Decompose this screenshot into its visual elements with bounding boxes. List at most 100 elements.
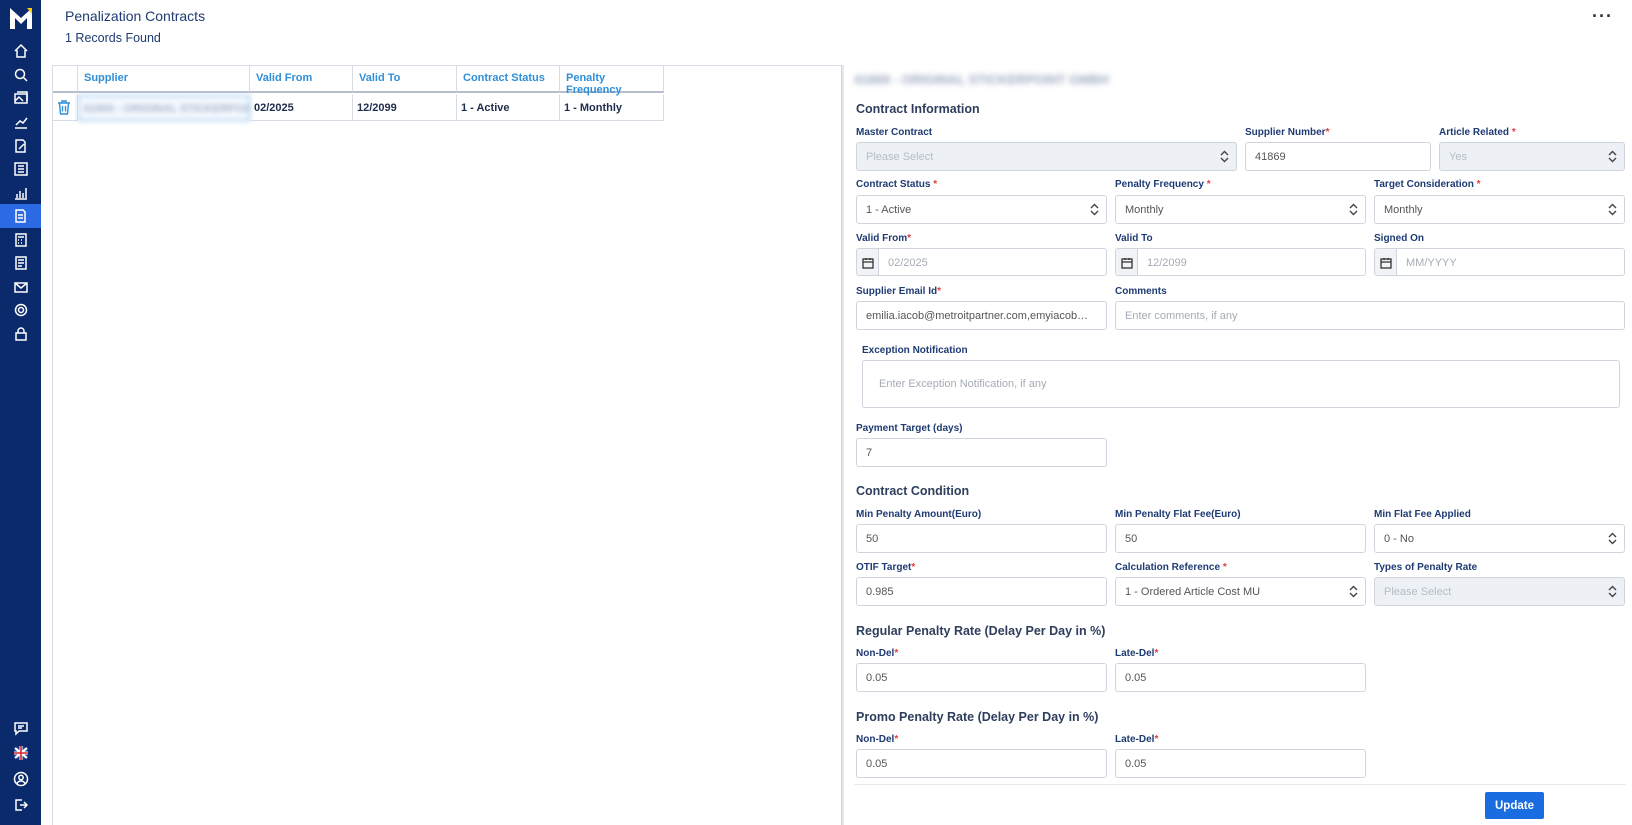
app-logo[interactable] bbox=[8, 5, 34, 31]
promo-non-del-input[interactable]: 0.05 bbox=[856, 749, 1107, 778]
master-contract-select[interactable]: Please Select bbox=[856, 142, 1237, 171]
column-header-contract-status[interactable]: Contract Status bbox=[457, 66, 560, 93]
regular-late-del-input[interactable]: 0.05 bbox=[1115, 663, 1366, 692]
column-header-penalty-frequency[interactable]: Penalty Frequency bbox=[560, 66, 664, 96]
column-header-valid-to[interactable]: Valid To bbox=[353, 66, 457, 93]
article-related-label: Article Related * bbox=[1439, 127, 1516, 138]
promo-late-del-input[interactable]: 0.05 bbox=[1115, 749, 1366, 778]
exception-notification-label: Exception Notification bbox=[862, 345, 968, 356]
grid-header-actions bbox=[53, 66, 78, 93]
contracts-grid: Supplier Valid From Valid To Contract St… bbox=[52, 65, 843, 825]
cell-valid-to[interactable]: 12/2099 bbox=[353, 95, 457, 121]
update-button[interactable]: Update bbox=[1485, 792, 1544, 819]
contract-status-select[interactable]: 1 - Active bbox=[856, 195, 1107, 224]
contract-detail-form: 41869 - ORIGINAL STICKERPOINT GMBH Contr… bbox=[848, 65, 1632, 825]
trash-icon bbox=[58, 100, 70, 115]
cell-contract-status[interactable]: 1 - Active bbox=[457, 95, 560, 121]
calculator-icon[interactable] bbox=[0, 228, 41, 252]
analytics-icon[interactable] bbox=[0, 110, 41, 134]
records-count: 1 Records Found bbox=[65, 31, 161, 45]
page-title: Penalization Contracts bbox=[65, 8, 206, 24]
mail-icon[interactable] bbox=[0, 275, 41, 299]
column-header-supplier[interactable]: Supplier bbox=[78, 66, 250, 93]
supplier-number-label: Supplier Number* bbox=[1245, 127, 1330, 138]
min-flat-fee-applied-select[interactable]: 0 - No bbox=[1374, 524, 1625, 553]
otif-target-label: OTIF Target* bbox=[856, 562, 916, 573]
bar-chart-icon[interactable] bbox=[0, 181, 41, 205]
user-icon[interactable] bbox=[0, 767, 41, 791]
promo-non-del-label: Non-Del* bbox=[856, 734, 899, 745]
select-chevron-icon bbox=[1349, 203, 1358, 216]
sidebar bbox=[0, 0, 41, 825]
supplier-title: 41869 - ORIGINAL STICKERPOINT GMBH bbox=[854, 72, 1109, 87]
delete-row-button[interactable] bbox=[53, 95, 78, 121]
valid-to-label: Valid To bbox=[1115, 233, 1153, 244]
cell-penalty-frequency[interactable]: 1 - Monthly bbox=[560, 95, 664, 121]
cell-supplier[interactable]: 41869 - ORIGINAL STICKERPOINT GMBH bbox=[78, 95, 250, 121]
supplier-number-input[interactable]: 41869 bbox=[1245, 142, 1431, 171]
gallery-icon[interactable] bbox=[0, 86, 41, 110]
section-contract-condition: Contract Condition bbox=[856, 484, 970, 498]
signed-on-input[interactable]: MM/YYYY bbox=[1374, 248, 1625, 276]
calendar-icon[interactable] bbox=[857, 249, 879, 275]
payment-target-label: Payment Target (days) bbox=[856, 423, 963, 434]
valid-from-label: Valid From* bbox=[856, 233, 912, 244]
penalty-frequency-select[interactable]: Monthly bbox=[1115, 195, 1366, 224]
select-chevron-icon bbox=[1349, 585, 1358, 598]
home-icon[interactable] bbox=[0, 39, 41, 63]
regular-non-del-input[interactable]: 0.05 bbox=[856, 663, 1107, 692]
contracts-icon[interactable] bbox=[0, 204, 41, 228]
penalty-frequency-label: Penalty Frequency * bbox=[1115, 179, 1211, 190]
valid-to-input[interactable]: 12/2099 bbox=[1115, 248, 1366, 276]
regular-non-del-label: Non-Del* bbox=[856, 648, 899, 659]
master-contract-label: Master Contract bbox=[856, 127, 933, 138]
min-penalty-flat-fee-label: Min Penalty Flat Fee(Euro) bbox=[1115, 509, 1241, 520]
valid-from-input[interactable]: 02/2025 bbox=[856, 248, 1107, 276]
select-chevron-icon bbox=[1220, 150, 1229, 163]
types-of-penalty-rate-select[interactable]: Please Select bbox=[1374, 577, 1625, 606]
otif-target-input[interactable]: 0.985 bbox=[856, 577, 1107, 606]
select-chevron-icon bbox=[1608, 203, 1617, 216]
section-regular-penalty-rate: Regular Penalty Rate (Delay Per Day in %… bbox=[856, 624, 1106, 638]
types-of-penalty-rate-label: Types of Penalty Rate bbox=[1374, 562, 1478, 573]
article-related-select[interactable]: Yes bbox=[1439, 142, 1625, 171]
min-penalty-amount-input[interactable]: 50 bbox=[856, 524, 1107, 553]
contract-status-label: Contract Status * bbox=[856, 179, 938, 190]
supplier-email-label: Supplier Email Id* bbox=[856, 286, 942, 297]
footer-divider bbox=[854, 784, 1626, 785]
signed-on-label: Signed On bbox=[1374, 233, 1424, 244]
select-chevron-icon bbox=[1090, 203, 1099, 216]
min-flat-fee-applied-label: Min Flat Fee Applied bbox=[1374, 509, 1471, 520]
chat-icon[interactable] bbox=[0, 716, 41, 740]
cell-valid-from[interactable]: 02/2025 bbox=[250, 95, 353, 121]
promo-late-del-label: Late-Del* bbox=[1115, 734, 1159, 745]
search-icon[interactable] bbox=[0, 63, 41, 87]
supplier-email-input[interactable]: emilia.iacob@metroitpartner.com,emyiacob… bbox=[856, 301, 1107, 330]
lock-icon[interactable] bbox=[0, 322, 41, 346]
min-penalty-flat-fee-input[interactable]: 50 bbox=[1115, 524, 1366, 553]
exception-notification-textarea[interactable]: Enter Exception Notification, if any bbox=[862, 360, 1620, 408]
panel-splitter[interactable] bbox=[841, 65, 844, 825]
target-consideration-select[interactable]: Monthly bbox=[1374, 195, 1625, 224]
calendar-icon[interactable] bbox=[1116, 249, 1138, 275]
target-consideration-label: Target Consideration * bbox=[1374, 179, 1481, 190]
settings-icon[interactable] bbox=[0, 298, 41, 322]
calculation-reference-label: Calculation Reference * bbox=[1115, 562, 1227, 573]
invoice-icon[interactable] bbox=[0, 251, 41, 275]
list-icon[interactable] bbox=[0, 157, 41, 181]
payment-target-input[interactable]: 7 bbox=[856, 438, 1107, 467]
comments-label: Comments bbox=[1115, 286, 1167, 297]
min-penalty-amount-label: Min Penalty Amount(Euro) bbox=[856, 509, 982, 520]
language-flag-icon[interactable] bbox=[0, 741, 41, 765]
section-contract-information: Contract Information bbox=[856, 102, 980, 116]
column-header-valid-from[interactable]: Valid From bbox=[250, 66, 353, 93]
select-chevron-icon bbox=[1608, 585, 1617, 598]
edit-document-icon[interactable] bbox=[0, 134, 41, 158]
select-chevron-icon bbox=[1608, 532, 1617, 545]
calendar-icon[interactable] bbox=[1375, 249, 1397, 275]
calculation-reference-select[interactable]: 1 - Ordered Article Cost MU bbox=[1115, 577, 1366, 606]
logout-icon[interactable] bbox=[0, 793, 41, 817]
select-chevron-icon bbox=[1608, 150, 1617, 163]
comments-input[interactable]: Enter comments, if any bbox=[1115, 301, 1625, 330]
more-options-button[interactable]: ··· bbox=[1592, 6, 1613, 27]
